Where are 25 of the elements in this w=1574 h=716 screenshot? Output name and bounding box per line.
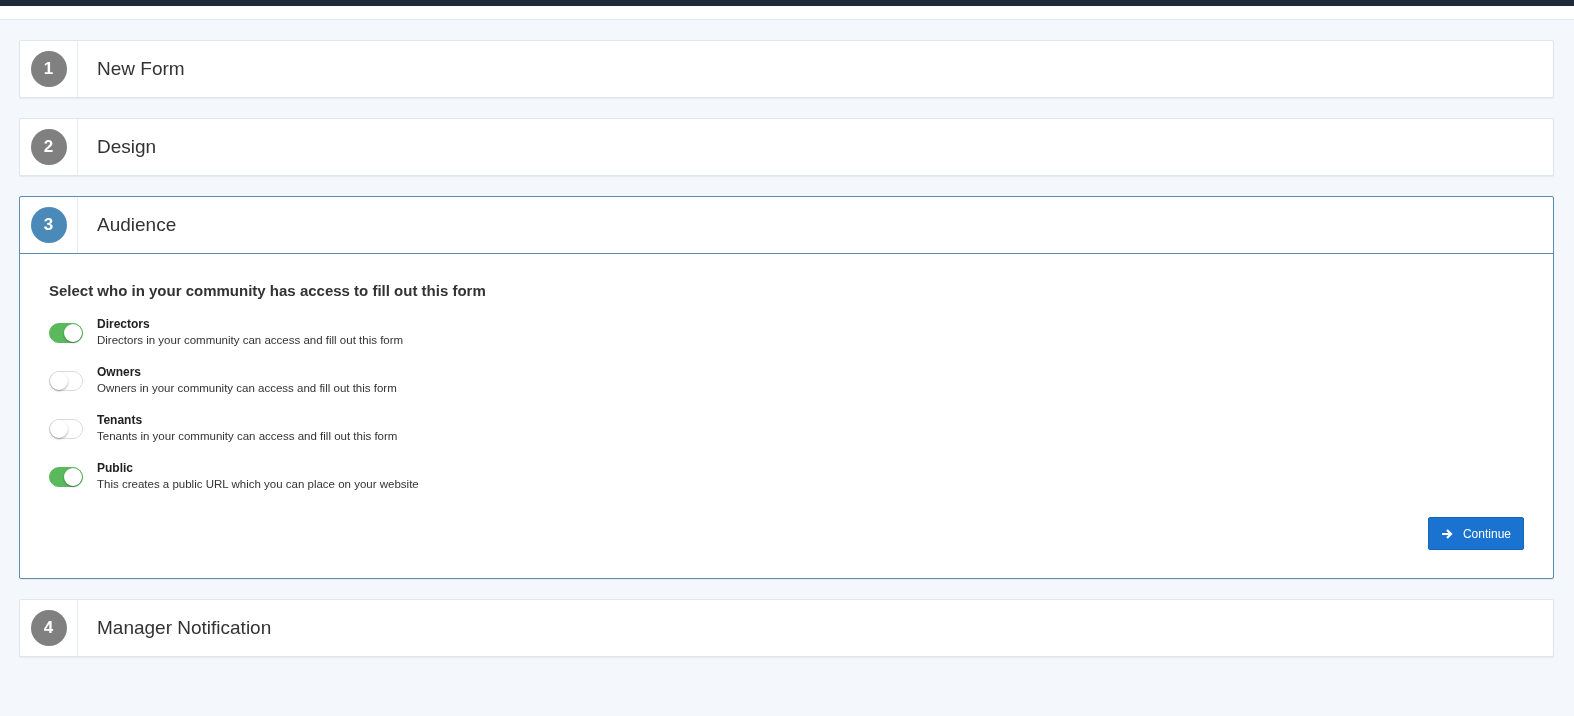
step-number: 4	[30, 610, 67, 646]
section-heading: Select who in your community has access to fill out this form	[49, 282, 486, 299]
step-number: 3	[30, 207, 67, 243]
option-label: Directors	[97, 317, 151, 331]
option-description: Owners in your community can access and fill out this form	[97, 382, 397, 394]
step-number: 1	[30, 51, 67, 87]
step-title: Manager Notification	[97, 617, 272, 639]
option-label: Owners	[97, 365, 142, 379]
step-title: New Form	[97, 58, 185, 80]
option-label: Public	[97, 461, 134, 475]
toggle-switch[interactable]	[49, 323, 83, 343]
option-description: Tenants in your community can access and fill out this form	[97, 430, 398, 442]
step-header[interactable]: 3 Audience	[20, 197, 1553, 254]
step-number: 2	[30, 129, 67, 165]
option-description: Directors in your community can access and fill out this form	[97, 334, 404, 346]
step-title: Audience	[97, 214, 177, 236]
option-label: Tenants	[97, 413, 144, 427]
arrow-right-icon	[1440, 527, 1453, 540]
step-header[interactable]: 1 New Form	[20, 41, 1553, 97]
step-header[interactable]: 4 Manager Notification	[20, 600, 1553, 656]
step-title: Design	[97, 136, 157, 158]
step-header[interactable]: 2 Design	[20, 119, 1553, 175]
option-description: This creates a public URL which you can place on your website	[97, 478, 419, 490]
toggle-switch[interactable]	[49, 467, 83, 487]
continue-button[interactable]: Continue	[1427, 517, 1524, 550]
